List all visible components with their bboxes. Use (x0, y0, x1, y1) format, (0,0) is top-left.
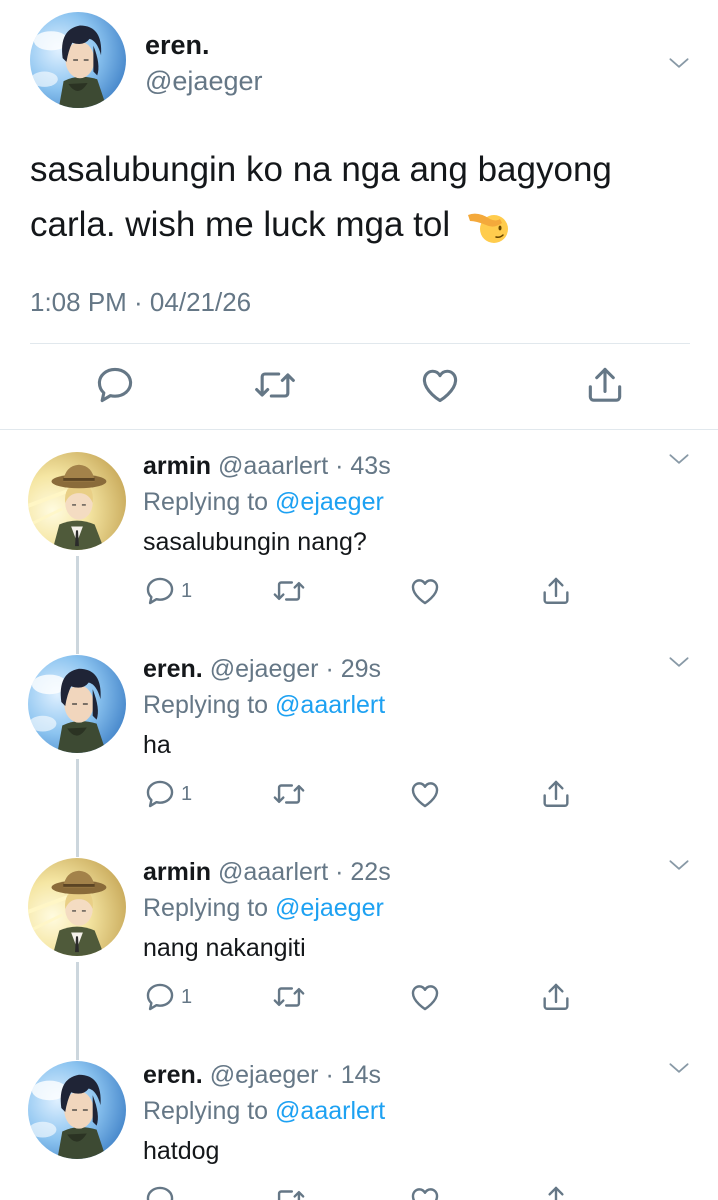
like-icon (408, 1183, 442, 1200)
reply-tweet[interactable]: armin @aaarlert · 22s Replying to @ejaeg… (0, 838, 718, 1060)
reply-tweet[interactable]: eren. @ejaeger · 29s Replying to @aaarle… (0, 635, 718, 857)
tweet-actions (0, 363, 718, 409)
reply-actions: 1 (143, 980, 643, 1014)
reply-header: eren. @ejaeger · 29s (143, 655, 381, 684)
share-button[interactable] (539, 1183, 573, 1200)
share-button[interactable] (539, 777, 573, 811)
reply-text: ha (143, 731, 171, 759)
share-icon[interactable] (583, 363, 627, 407)
avatar[interactable] (28, 452, 126, 550)
avatar[interactable] (28, 858, 126, 956)
share-icon (539, 1183, 573, 1200)
like-icon (408, 980, 442, 1014)
chevron-down-icon[interactable] (666, 852, 692, 878)
avatar[interactable] (30, 12, 126, 108)
retweet-button[interactable] (272, 980, 306, 1014)
reply-tweet[interactable]: eren. @ejaeger · 14s Replying to @aaarle… (0, 1041, 718, 1200)
share-icon (539, 777, 573, 811)
reply-icon[interactable] (93, 363, 137, 407)
like-icon (408, 574, 442, 608)
mention-link[interactable]: @ejaeger (275, 894, 384, 922)
reply-tweet[interactable]: armin @aaarlert · 43s Replying to @ejaeg… (0, 432, 718, 654)
divider (30, 343, 690, 344)
replying-to-label: Replying to (143, 1097, 269, 1125)
saluting-face-icon (466, 207, 510, 247)
share-icon (539, 574, 573, 608)
chevron-down-icon[interactable] (666, 446, 692, 472)
like-icon[interactable] (418, 363, 462, 407)
reply-icon (143, 1183, 177, 1200)
retweet-icon (272, 980, 306, 1014)
like-button[interactable] (408, 1183, 442, 1200)
chevron-down-icon[interactable] (666, 1055, 692, 1081)
like-button[interactable] (408, 777, 442, 811)
author-handle-time[interactable]: @aaarlert · 43s (218, 452, 391, 480)
retweet-button[interactable] (272, 574, 306, 608)
main-tweet: eren. @ejaeger sasalubungin ko na nga an… (0, 0, 718, 430)
retweet-button[interactable] (272, 777, 306, 811)
divider (0, 429, 718, 430)
tweet-timestamp[interactable]: 1:08 PM · 04/21/26 (30, 287, 251, 318)
reply-actions: 1 (143, 574, 643, 608)
retweet-icon (272, 574, 306, 608)
author-handle[interactable]: @ejaeger (145, 66, 262, 97)
replying-to: Replying to @aaarlert (143, 691, 385, 720)
retweet-icon (272, 1183, 306, 1200)
like-button[interactable] (408, 574, 442, 608)
retweet-button[interactable] (272, 1183, 306, 1200)
avatar[interactable] (28, 655, 126, 753)
reply-count: 1 (181, 985, 193, 1008)
author-handle-time[interactable]: @aaarlert · 22s (218, 858, 391, 886)
tweet-text: sasalubungin ko na nga ang bagyong carla… (30, 142, 690, 252)
replying-to: Replying to @ejaeger (143, 894, 384, 923)
replying-to-label: Replying to (143, 894, 269, 922)
reply-count: 1 (181, 579, 193, 602)
tweet-text-line: carla. wish me luck mga tol (30, 197, 690, 252)
reply-actions: 1 (143, 777, 643, 811)
tweet-text-line-content: carla. wish me luck mga tol (30, 205, 451, 244)
author-handle-time[interactable]: @ejaeger · 14s (210, 1061, 381, 1089)
avatar[interactable] (28, 1061, 126, 1159)
author-name[interactable]: eren. (143, 655, 203, 683)
author-name[interactable]: eren. (145, 30, 210, 61)
retweet-icon (272, 777, 306, 811)
share-button[interactable] (539, 574, 573, 608)
chevron-down-icon[interactable] (666, 50, 692, 76)
replying-to-label: Replying to (143, 488, 269, 516)
reply-count: 1 (181, 782, 193, 805)
mention-link[interactable]: @ejaeger (275, 488, 384, 516)
share-button[interactable] (539, 980, 573, 1014)
reply-button[interactable] (143, 1183, 177, 1200)
like-icon (408, 777, 442, 811)
reply-actions (143, 1183, 643, 1200)
replying-to: Replying to @aaarlert (143, 1097, 385, 1126)
author-handle-time[interactable]: @ejaeger · 29s (210, 655, 381, 683)
reply-button[interactable]: 1 (143, 777, 192, 811)
reply-header: eren. @ejaeger · 14s (143, 1061, 381, 1090)
replying-to-label: Replying to (143, 691, 269, 719)
tweet-text-line: sasalubungin ko na nga ang bagyong (30, 150, 612, 189)
reply-text: nang nakangiti (143, 934, 306, 962)
reply-header: armin @aaarlert · 43s (143, 452, 391, 481)
retweet-icon[interactable] (253, 363, 297, 407)
reply-header: armin @aaarlert · 22s (143, 858, 391, 887)
chevron-down-icon[interactable] (666, 649, 692, 675)
reply-text: hatdog (143, 1137, 220, 1165)
author-name[interactable]: armin (143, 858, 211, 886)
mention-link[interactable]: @aaarlert (275, 691, 385, 719)
reply-icon (143, 980, 177, 1014)
reply-icon (143, 574, 177, 608)
author-name[interactable]: eren. (143, 1061, 203, 1089)
reply-text: sasalubungin nang? (143, 528, 367, 556)
mention-link[interactable]: @aaarlert (275, 1097, 385, 1125)
like-button[interactable] (408, 980, 442, 1014)
reply-button[interactable]: 1 (143, 574, 192, 608)
replying-to: Replying to @ejaeger (143, 488, 384, 517)
author-name[interactable]: armin (143, 452, 211, 480)
reply-button[interactable]: 1 (143, 980, 192, 1014)
reply-icon (143, 777, 177, 811)
share-icon (539, 980, 573, 1014)
